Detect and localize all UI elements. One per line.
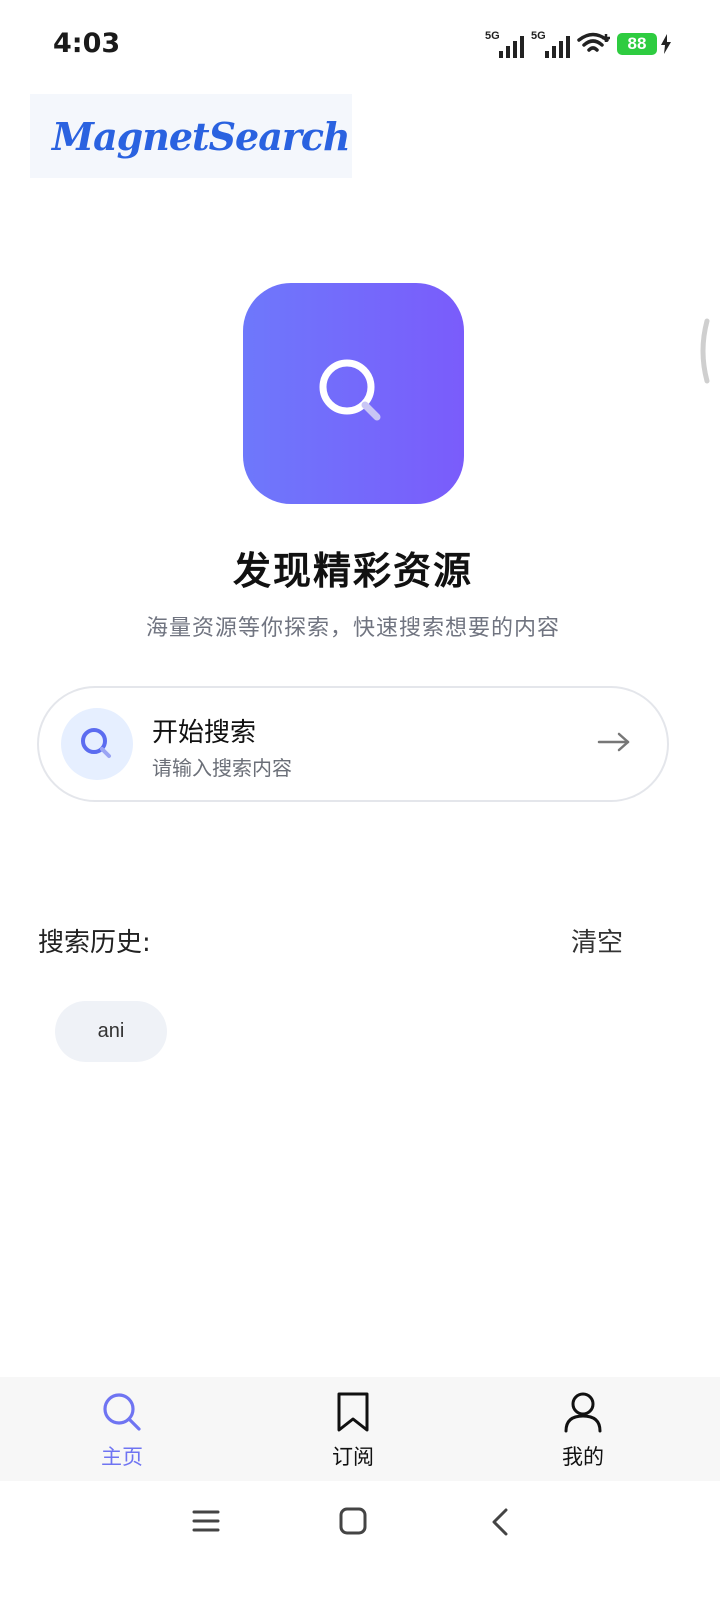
search-card-title: 开始搜索 <box>152 718 257 748</box>
search-history-label: 搜索历史: <box>38 928 151 958</box>
battery-indicator: 88 <box>617 33 672 55</box>
signal-sim2-icon: 5G <box>531 30 571 58</box>
app-logo: MagnetSearch <box>30 94 352 178</box>
back-icon[interactable] <box>488 1507 512 1537</box>
search-icon <box>103 1393 141 1431</box>
charging-bolt-icon <box>661 34 671 54</box>
battery-level: 88 <box>617 33 657 55</box>
menu-icon[interactable] <box>192 1507 220 1535</box>
history-chip[interactable]: ani <box>55 1001 167 1062</box>
sim1-network-label: 5G <box>485 30 500 42</box>
tab-subscriptions-label: 订阅 <box>332 1445 374 1469</box>
tab-home[interactable]: 主页 <box>62 1391 182 1471</box>
person-icon <box>564 1392 602 1433</box>
status-time: 4:03 <box>53 28 121 59</box>
bottom-nav: 主页 订阅 我的 <box>0 1377 720 1481</box>
search-card-hint: 请输入搜索内容 <box>152 756 292 780</box>
tab-subscriptions[interactable]: 订阅 <box>293 1391 413 1471</box>
hero-subtitle: 海量资源等你探索，快速搜索想要的内容 <box>145 616 560 641</box>
hero-title: 发现精彩资源 <box>232 549 473 593</box>
arrow-right-icon <box>597 732 630 752</box>
status-icons: 5G 5G 88 <box>485 30 672 58</box>
system-nav-bar <box>0 1481 720 1600</box>
search-icon <box>61 708 133 780</box>
clear-history-button[interactable]: 清空 <box>571 922 623 959</box>
wifi-icon <box>577 32 610 52</box>
home-icon[interactable] <box>339 1507 367 1535</box>
sim2-network-label: 5G <box>531 30 546 42</box>
hero-search-icon <box>243 283 464 504</box>
bookmark-icon <box>337 1392 369 1432</box>
tab-profile[interactable]: 我的 <box>523 1391 643 1471</box>
app-logo-text: MagnetSearch <box>52 113 351 159</box>
signal-sim1-icon: 5G <box>485 30 525 58</box>
status-bar: 4:03 5G 5G 88 <box>0 0 720 92</box>
tab-home-label: 主页 <box>101 1445 143 1469</box>
tab-profile-label: 我的 <box>562 1445 604 1469</box>
start-search-button[interactable]: 开始搜索 请输入搜索内容 <box>37 686 669 802</box>
edge-handle-icon[interactable] <box>696 318 710 384</box>
